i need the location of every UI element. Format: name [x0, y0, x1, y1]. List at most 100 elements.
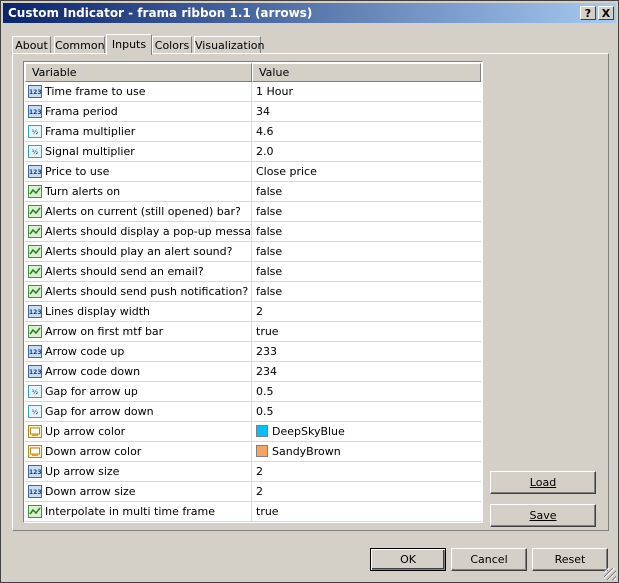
variable-name: Turn alerts on	[45, 185, 121, 198]
value-cell[interactable]: true	[252, 322, 480, 341]
value-text: 34	[256, 105, 270, 118]
table-row[interactable]: Alerts should play an alert sound? false	[25, 242, 481, 262]
value-text: 2	[256, 485, 263, 498]
color-icon	[28, 445, 42, 458]
color-swatch	[256, 425, 268, 437]
value-cell[interactable]: Close price	[252, 162, 480, 181]
title-bar[interactable]: Custom Indicator - frama ribbon 1.1 (arr…	[3, 3, 616, 23]
table-row[interactable]: 123 Price to use Close price	[25, 162, 481, 182]
variable-name: Price to use	[45, 165, 110, 178]
column-header-value[interactable]: Value	[252, 63, 481, 82]
value-cell[interactable]: 0.5	[252, 382, 480, 401]
value-cell[interactable]: true	[252, 502, 480, 521]
variable-cell: Alerts should display a pop-up message?	[25, 222, 252, 241]
table-row[interactable]: 123 Arrow code down 234	[25, 362, 481, 382]
variable-cell: 123 Price to use	[25, 162, 252, 181]
variable-name: Down arrow color	[45, 445, 142, 458]
table-row[interactable]: ½ Signal multiplier 2.0	[25, 142, 481, 162]
save-button[interactable]: Save	[490, 504, 596, 527]
variable-name: Alerts should display a pop-up message?	[45, 225, 252, 238]
table-row[interactable]: Interpolate in multi time frame true	[25, 502, 481, 522]
value-cell[interactable]: false	[252, 182, 480, 201]
table-row[interactable]: Alerts should send push notification? fal…	[25, 282, 481, 302]
tab-common[interactable]: Common	[54, 36, 105, 54]
resize-grip[interactable]	[604, 568, 616, 580]
variable-name: Gap for arrow up	[45, 385, 138, 398]
double-icon: ½	[28, 405, 42, 418]
table-row[interactable]: Alerts should send an email? false	[25, 262, 481, 282]
variable-cell: Down arrow color	[25, 442, 252, 461]
int-icon: 123	[28, 305, 42, 318]
value-cell[interactable]: false	[252, 202, 480, 221]
value-text: false	[256, 185, 283, 198]
variable-name: Up arrow size	[45, 465, 120, 478]
tab-colors[interactable]: Colors	[152, 36, 192, 54]
variable-cell: 123 Arrow code up	[25, 342, 252, 361]
int-icon: 123	[28, 85, 42, 98]
value-cell[interactable]: 34	[252, 102, 480, 121]
table-row[interactable]: 123 Lines display width 2	[25, 302, 481, 322]
tab-about[interactable]: About	[12, 36, 51, 54]
tab-inputs[interactable]: Inputs	[106, 34, 152, 55]
table-row[interactable]: 123 Down arrow size 2	[25, 482, 481, 502]
bool-icon	[28, 505, 42, 518]
table-row[interactable]: Alerts on current (still opened) bar? fal…	[25, 202, 481, 222]
value-cell[interactable]: 2	[252, 462, 480, 481]
table-row[interactable]: ½ Frama multiplier 4.6	[25, 122, 481, 142]
variable-name: Arrow on first mtf bar	[45, 325, 164, 338]
value-cell[interactable]: false	[252, 242, 480, 261]
value-text: DeepSkyBlue	[272, 425, 345, 438]
table-row[interactable]: Arrow on first mtf bar true	[25, 322, 481, 342]
value-cell[interactable]: 0.5	[252, 402, 480, 421]
table-row[interactable]: ½ Gap for arrow down 0.5	[25, 402, 481, 422]
value-text: Close price	[256, 165, 317, 178]
value-cell[interactable]: SandyBrown	[252, 442, 480, 461]
save-button-label: Save	[529, 509, 557, 522]
table-row[interactable]: Down arrow color SandyBrown	[25, 442, 481, 462]
table-row[interactable]: 123 Time frame to use 1 Hour	[25, 82, 481, 102]
value-cell[interactable]: 2	[252, 482, 480, 501]
value-cell[interactable]: 233	[252, 342, 480, 361]
variable-name: Up arrow color	[45, 425, 126, 438]
reset-button[interactable]: Reset	[532, 548, 608, 571]
value-text: 234	[256, 365, 277, 378]
table-row[interactable]: Alerts should display a pop-up message? f…	[25, 222, 481, 242]
table-row[interactable]: 123 Up arrow size 2	[25, 462, 481, 482]
table-row[interactable]: 123 Arrow code up 233	[25, 342, 481, 362]
variable-cell: 123 Up arrow size	[25, 462, 252, 481]
variable-name: Down arrow size	[45, 485, 136, 498]
value-cell[interactable]: false	[252, 282, 480, 301]
help-button[interactable]: ?	[580, 6, 596, 20]
bool-icon	[28, 205, 42, 218]
variable-cell: Up arrow color	[25, 422, 252, 441]
cancel-button[interactable]: Cancel	[451, 548, 527, 571]
tab-visualization[interactable]: Visualization	[194, 36, 264, 54]
int-icon: 123	[28, 165, 42, 178]
column-header-variable[interactable]: Variable	[25, 63, 252, 82]
variable-name: Arrow code down	[45, 365, 141, 378]
load-button[interactable]: Load	[490, 471, 596, 494]
ok-button[interactable]: OK	[370, 548, 446, 571]
variable-cell: 123 Arrow code down	[25, 362, 252, 381]
table-row[interactable]: Turn alerts on false	[25, 182, 481, 202]
value-cell[interactable]: DeepSkyBlue	[252, 422, 480, 441]
variable-name: Alerts should play an alert sound?	[45, 245, 233, 258]
variable-cell: Alerts should send an email?	[25, 262, 252, 281]
value-cell[interactable]: 2.0	[252, 142, 480, 161]
value-cell[interactable]: 1 Hour	[252, 82, 480, 101]
value-text: 2.0	[256, 145, 274, 158]
value-cell[interactable]: 4.6	[252, 122, 480, 141]
value-cell[interactable]: false	[252, 222, 480, 241]
variable-cell: Arrow on first mtf bar	[25, 322, 252, 341]
value-cell[interactable]: false	[252, 262, 480, 281]
value-text: 233	[256, 345, 277, 358]
value-cell[interactable]: 2	[252, 302, 480, 321]
table-row[interactable]: ½ Gap for arrow up 0.5	[25, 382, 481, 402]
double-icon: ½	[28, 125, 42, 138]
table-row[interactable]: Up arrow color DeepSkyBlue	[25, 422, 481, 442]
table-row[interactable]: 123 Frama period 34	[25, 102, 481, 122]
variable-name: Frama period	[45, 105, 118, 118]
close-button[interactable]: X	[598, 6, 614, 20]
value-cell[interactable]: 234	[252, 362, 480, 381]
variable-cell: 123 Frama period	[25, 102, 252, 121]
